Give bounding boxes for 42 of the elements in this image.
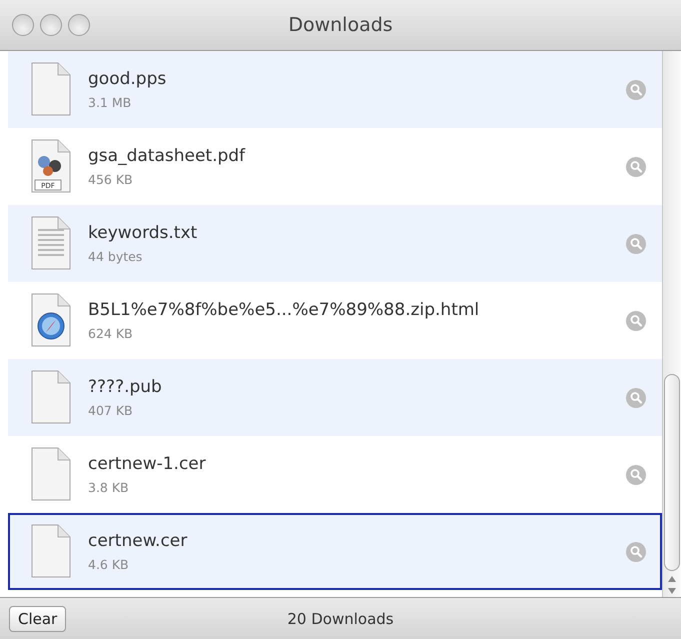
file-name: keywords.txt <box>88 223 198 243</box>
magnifier-icon[interactable] <box>626 234 646 254</box>
download-item[interactable]: ????.pub 407 KB <box>8 359 662 436</box>
magnifier-icon[interactable] <box>626 80 646 100</box>
clear-button[interactable]: Clear <box>9 606 66 632</box>
file-size: 624 KB <box>88 326 134 341</box>
file-icon <box>32 62 70 115</box>
download-item[interactable]: keywords.txt 44 bytes <box>8 205 662 282</box>
file-icon <box>32 447 70 500</box>
file-icon <box>32 370 70 423</box>
compass-file-icon <box>32 293 70 346</box>
file-name: ????.pub <box>88 377 163 397</box>
magnifier-icon[interactable] <box>626 542 646 562</box>
file-size: 3.8 KB <box>88 480 130 495</box>
file-size: 4.6 KB <box>88 557 130 572</box>
magnifier-icon[interactable] <box>626 156 646 176</box>
zoom-button[interactable] <box>68 14 90 36</box>
download-count: 20 Downloads <box>287 610 394 628</box>
pdf-file-icon <box>32 139 70 192</box>
file-size: 407 KB <box>88 403 134 418</box>
magnifier-icon[interactable] <box>626 310 646 330</box>
file-name: certnew-1.cer <box>88 454 207 474</box>
file-name: good.pps <box>88 69 168 89</box>
scrollbar[interactable] <box>662 51 681 597</box>
file-name: certnew.cer <box>88 531 188 551</box>
file-size: 3.1 MB <box>88 95 132 110</box>
download-item[interactable]: certnew-1.cer 3.8 KB <box>8 436 662 513</box>
scroll-thumb[interactable] <box>664 374 680 571</box>
file-name: gsa_datasheet.pdf <box>88 146 246 166</box>
magnifier-icon[interactable] <box>626 388 646 408</box>
text-file-icon <box>32 216 70 269</box>
download-item[interactable]: B5L1%e7%8f%be%e5...%e7%89%88.zip.html 624 KB <box>8 282 662 359</box>
file-name: B5L1%e7%8f%be%e5...%e7%89%88.zip.html <box>88 300 480 320</box>
magnifier-icon[interactable] <box>626 464 646 484</box>
file-size: 456 KB <box>88 172 134 187</box>
close-button[interactable] <box>12 14 34 36</box>
download-item[interactable]: certnew.cer 4.6 KB <box>8 513 662 590</box>
download-item[interactable]: good.pps 3.1 MB <box>8 51 662 128</box>
file-icon <box>32 524 70 577</box>
file-size: 44 bytes <box>88 249 144 264</box>
window-title: Downloads <box>288 14 393 36</box>
minimize-button[interactable] <box>40 14 62 36</box>
